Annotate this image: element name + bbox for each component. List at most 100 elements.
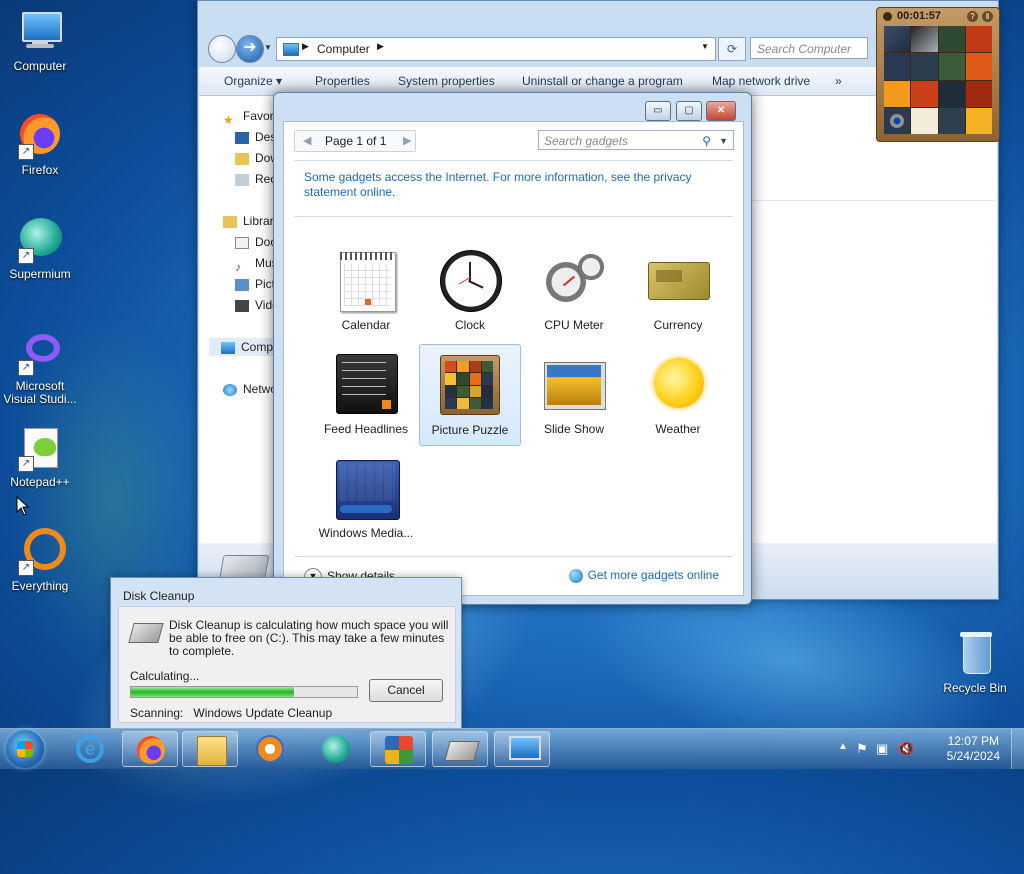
gadget-windows-media-center[interactable]: Windows Media... bbox=[315, 448, 417, 550]
clock-date: 5/24/2024 bbox=[946, 749, 1000, 763]
nav-computer[interactable]: Computer bbox=[209, 338, 279, 356]
forward-button[interactable]: ➜ bbox=[236, 35, 264, 63]
nav-libraries[interactable]: Libraries bbox=[223, 212, 279, 230]
network-status-icon[interactable]: ▣ bbox=[876, 741, 888, 757]
gadget-calendar[interactable]: Calendar bbox=[315, 240, 417, 342]
desktop-folder-icon bbox=[235, 131, 249, 144]
show-hidden-icons-icon[interactable]: ▲ bbox=[838, 741, 848, 752]
action-center-flag-icon[interactable]: ⚑ bbox=[856, 741, 868, 757]
search-input[interactable]: Search Computer bbox=[750, 37, 868, 59]
back-button[interactable] bbox=[208, 35, 236, 63]
puzzle-grid[interactable] bbox=[884, 26, 992, 134]
close-button[interactable]: ✕ bbox=[706, 101, 736, 121]
breadcrumb-computer[interactable]: Computer bbox=[317, 42, 370, 56]
privacy-notice-link[interactable]: Some gadgets access the Internet. For mo… bbox=[304, 170, 714, 200]
volume-muted-icon[interactable]: 🔇 bbox=[898, 741, 914, 757]
gadget-picture-puzzle[interactable]: Picture Puzzle bbox=[419, 344, 521, 446]
taskbar-internet-explorer[interactable]: e bbox=[62, 731, 118, 767]
desktop-icon-label: Everything bbox=[11, 579, 69, 593]
nav-network[interactable]: Network bbox=[223, 380, 279, 398]
gadget-search-input[interactable]: Search gadgets ⚲ ▼ bbox=[538, 130, 734, 150]
media-player-icon bbox=[256, 735, 284, 763]
gadget-cpu-meter[interactable]: CPU Meter bbox=[523, 240, 625, 342]
desktop-icon-label: Recycle Bin bbox=[943, 681, 1007, 695]
windows-media-center-icon bbox=[334, 456, 400, 520]
computer-small-icon bbox=[283, 43, 299, 56]
star-icon: ★ bbox=[223, 112, 234, 125]
gadget-label: Slide Show bbox=[543, 422, 605, 436]
picture-puzzle-icon bbox=[438, 353, 502, 417]
gadgets-icon bbox=[385, 736, 413, 764]
refresh-button[interactable]: ⟳ bbox=[718, 37, 746, 61]
taskbar-explorer[interactable] bbox=[182, 731, 238, 767]
taskbar-media-player[interactable] bbox=[242, 731, 298, 767]
computer-small-icon bbox=[221, 341, 235, 354]
firefox-icon bbox=[137, 736, 165, 764]
progress-fill bbox=[131, 687, 294, 697]
taskbar-system[interactable] bbox=[494, 731, 550, 767]
documents-icon bbox=[235, 236, 249, 249]
cancel-button[interactable]: Cancel bbox=[369, 679, 443, 702]
desktop-icon-computer[interactable]: Computer bbox=[0, 8, 80, 73]
desktop-icon-visual-studio[interactable]: ↗ Microsoft Visual Studi... bbox=[0, 328, 80, 406]
firefox-icon: ↗ bbox=[16, 112, 64, 160]
system-properties-button[interactable]: System properties bbox=[398, 74, 495, 88]
desktop-icon-supermium[interactable]: ↗ Supermium bbox=[0, 216, 80, 281]
gadget-weather[interactable]: Weather bbox=[627, 344, 729, 446]
taskbar-gadgets[interactable] bbox=[370, 731, 426, 767]
divider bbox=[294, 160, 733, 161]
system-tray: ▲ ⚑ ▣ 🔇 12:07 PM 5/24/2024 bbox=[834, 729, 1024, 769]
breadcrumb-chevron-icon[interactable]: ▶ bbox=[302, 41, 309, 52]
breadcrumb-chevron-icon[interactable]: ▶ bbox=[377, 41, 384, 52]
pause-icon[interactable]: ‖ bbox=[982, 11, 993, 22]
gadget-slide-show[interactable]: Slide Show bbox=[523, 344, 625, 446]
gadget-feed-headlines[interactable]: Feed Headlines bbox=[315, 344, 417, 446]
organize-button[interactable]: Organize ▾ bbox=[224, 74, 282, 88]
prev-page-icon[interactable]: ◀ bbox=[303, 134, 311, 147]
calculating-label: Calculating... bbox=[130, 669, 200, 683]
map-network-drive-button[interactable]: Map network drive bbox=[712, 74, 810, 88]
desktop-icon-notepadpp[interactable]: ↗ Notepad++ bbox=[0, 424, 80, 489]
uninstall-program-button[interactable]: Uninstall or change a program bbox=[522, 74, 683, 88]
gadget-panel: ◀ Page 1 of 1 ▶ Search gadgets ⚲ ▼ Some … bbox=[283, 121, 744, 596]
taskbar-firefox[interactable] bbox=[122, 731, 178, 767]
gadget-label: Clock bbox=[454, 318, 485, 332]
internet-explorer-icon: e bbox=[76, 735, 104, 763]
show-desktop-button[interactable] bbox=[1011, 729, 1024, 769]
maximize-button[interactable]: ▢ bbox=[676, 101, 702, 121]
gadget-clock[interactable]: Clock bbox=[419, 240, 521, 342]
search-dropdown-icon[interactable]: ▼ bbox=[719, 131, 728, 151]
properties-button[interactable]: Properties bbox=[315, 74, 370, 88]
recycle-bin-icon bbox=[951, 630, 999, 678]
puzzle-timer: 00:01:57 bbox=[897, 10, 942, 22]
taskbar-supermium[interactable] bbox=[308, 731, 364, 767]
page-label: Page 1 of 1 bbox=[325, 134, 387, 148]
picture-puzzle-gadget[interactable]: 00:01:57 ? ‖ bbox=[876, 7, 1000, 142]
address-dropdown-icon[interactable]: ▼ bbox=[701, 42, 709, 51]
taskbar-disk-cleanup[interactable] bbox=[432, 731, 488, 767]
disk-cleanup-dialog[interactable]: Disk Cleanup Disk Cleanup is calculating… bbox=[110, 577, 462, 729]
desktop-icon-everything[interactable]: ↗ Everything bbox=[0, 528, 80, 593]
help-icon[interactable]: ? bbox=[967, 11, 978, 22]
navigation-pane: ★Favorites Desktop Downloads Recent Plac… bbox=[199, 96, 279, 543]
gadget-label: Feed Headlines bbox=[323, 422, 409, 436]
nav-favorites[interactable]: ★Favorites bbox=[223, 107, 279, 125]
address-field[interactable]: ▶ Computer ▶ ▼ bbox=[276, 37, 716, 61]
minimize-button[interactable]: ▭ bbox=[645, 101, 671, 121]
libraries-icon bbox=[223, 215, 237, 228]
clock[interactable]: 12:07 PM 5/24/2024 bbox=[947, 734, 1000, 764]
search-icon[interactable]: ⚲ bbox=[702, 131, 711, 151]
more-commands-button[interactable]: » bbox=[835, 74, 842, 88]
peacock-feather-icon bbox=[890, 113, 904, 128]
disk-cleanup-icon bbox=[128, 623, 164, 643]
desktop-icon-recycle-bin[interactable]: Recycle Bin bbox=[935, 630, 1015, 695]
start-button[interactable] bbox=[6, 730, 44, 768]
get-more-gadgets-link[interactable]: Get more gadgets online bbox=[568, 568, 719, 583]
gadget-gallery-window[interactable]: ▭ ▢ ✕ ◀ Page 1 of 1 ▶ Search gadgets ⚲ ▼… bbox=[273, 92, 752, 605]
desktop-icon-firefox[interactable]: ↗ Firefox bbox=[0, 112, 80, 177]
gadget-currency[interactable]: Currency bbox=[627, 240, 729, 342]
history-dropdown-icon[interactable]: ▼ bbox=[264, 43, 272, 52]
globe-icon bbox=[568, 568, 583, 583]
slide-show-icon bbox=[542, 352, 606, 416]
next-page-icon[interactable]: ▶ bbox=[403, 134, 411, 147]
